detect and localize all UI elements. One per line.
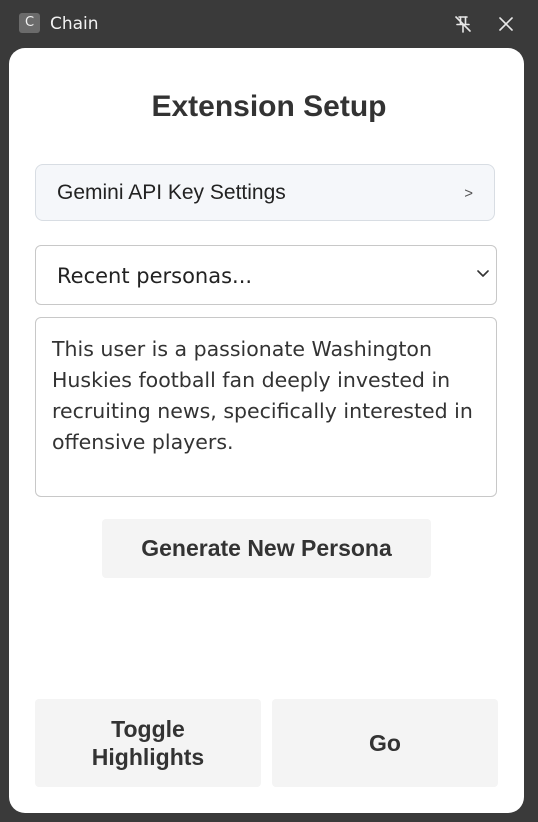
close-button[interactable] (495, 13, 517, 35)
api-key-settings-button[interactable]: Gemini API Key Settings > (35, 164, 495, 221)
close-icon (499, 17, 513, 31)
chevron-right-icon: > (464, 185, 473, 202)
app-icon: C (19, 13, 40, 33)
go-button[interactable]: Go (272, 699, 498, 787)
unpin-button[interactable] (452, 13, 474, 35)
generate-new-persona-button[interactable]: Generate New Persona (102, 519, 431, 578)
page-title: Extension Setup (151, 90, 387, 123)
chevron-down-icon (477, 270, 489, 277)
persona-description-textarea[interactable]: This user is a passionate Washington Hus… (35, 317, 497, 497)
window-titlebar: C Chain (0, 0, 538, 48)
unpin-icon (455, 16, 471, 33)
recent-personas-value: Recent personas... (57, 264, 253, 288)
recent-personas-select[interactable]: Recent personas... (35, 245, 497, 305)
toggle-highlights-button[interactable]: Toggle Highlights (35, 699, 261, 787)
toggle-highlights-label-line1: Toggle (111, 716, 185, 742)
toggle-highlights-label-line2: Highlights (91, 744, 205, 770)
window-title: Chain (50, 14, 99, 34)
api-key-settings-label: Gemini API Key Settings (57, 181, 286, 204)
